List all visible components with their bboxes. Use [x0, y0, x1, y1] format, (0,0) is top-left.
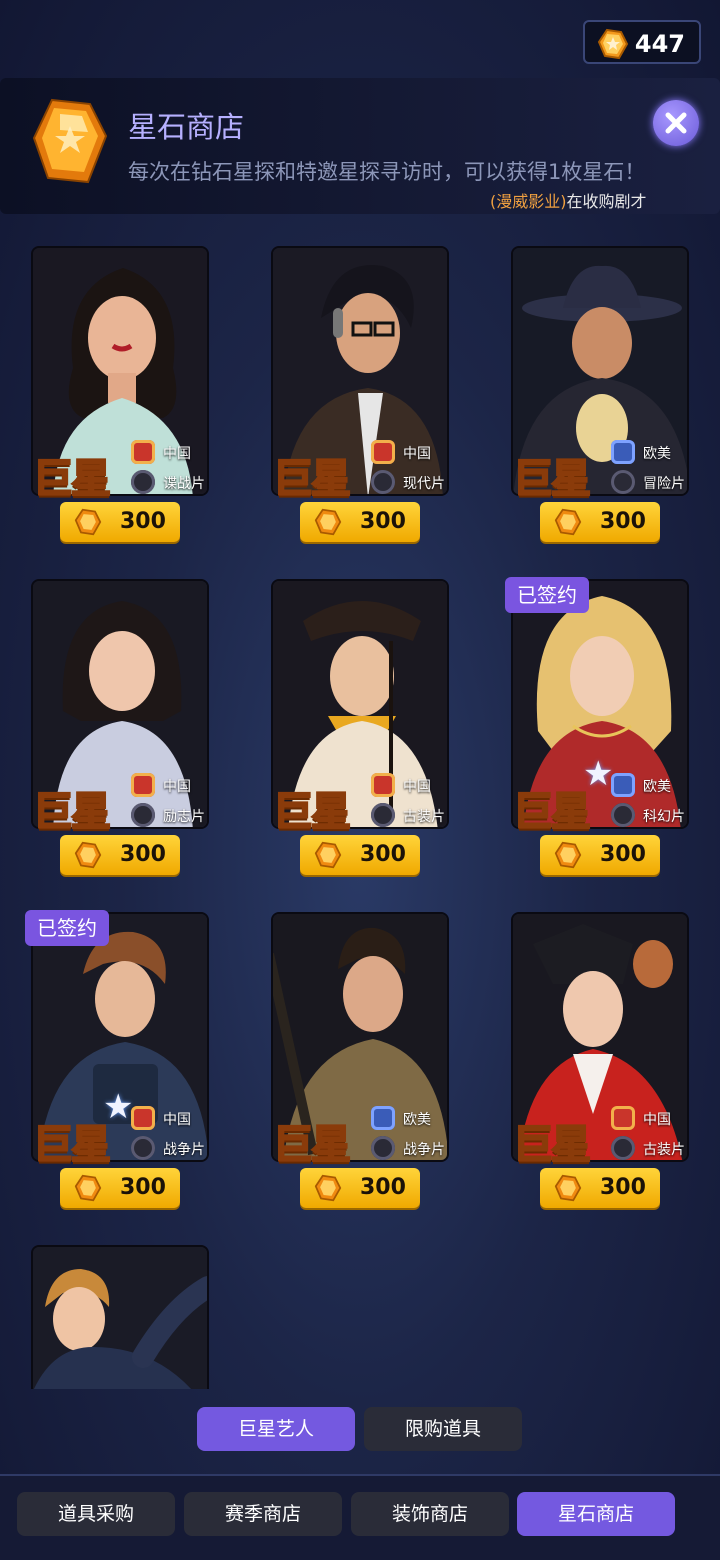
currency-display: 447 [583, 20, 701, 64]
region-tag: 中国 [131, 1106, 211, 1130]
genre-icon [611, 1136, 635, 1160]
china-flag-icon [131, 1106, 155, 1130]
nav-item-season-shop[interactable]: 赛季商店 [184, 1492, 342, 1536]
region-tag: 中国 [131, 440, 211, 464]
western-flag-icon [611, 440, 635, 464]
price-button[interactable]: 300 [300, 1168, 420, 1208]
price-button[interactable]: 300 [540, 1168, 660, 1208]
superstar-badge: 巨星 [32, 1120, 112, 1169]
superstar-badge: 巨星 [32, 454, 112, 503]
genre-tag: 古装片 [611, 1136, 691, 1160]
genre-tag: 冒险片 [611, 470, 691, 494]
ticker-highlight: (漫威影业) [490, 192, 567, 211]
price-button[interactable]: 300 [300, 502, 420, 542]
genre-tag: 科幻片 [611, 803, 691, 827]
star-card[interactable]: 巨星 中国 古装片 [511, 912, 691, 1169]
genre-tag: 古装片 [371, 803, 451, 827]
superstar-badge: 巨星 [272, 1120, 352, 1169]
star-gem-icon [74, 1174, 102, 1202]
superstar-badge: 巨星 [512, 454, 592, 503]
star-gem-icon [314, 508, 342, 536]
star-gem-icon [597, 28, 629, 60]
china-flag-icon [131, 773, 155, 797]
genre-icon [131, 803, 155, 827]
nav-item-prop-purchase[interactable]: 道具采购 [17, 1492, 175, 1536]
western-flag-icon [371, 1106, 395, 1130]
china-flag-icon [611, 1106, 635, 1130]
currency-amount: 447 [634, 30, 685, 58]
genre-tag: 谍战片 [131, 470, 211, 494]
news-ticker: (漫威影业)在收购剧才 [490, 188, 647, 212]
shop-title: 星石商店 [128, 110, 245, 144]
nav-item-star-stone-shop[interactable]: 星石商店 [517, 1492, 675, 1536]
region-tag: 中国 [371, 440, 451, 464]
genre-icon [371, 803, 395, 827]
genre-icon [371, 470, 395, 494]
genre-icon [611, 803, 635, 827]
region-tag: 中国 [611, 1106, 691, 1130]
superstar-badge: 巨星 [512, 1120, 592, 1169]
star-gem-icon [74, 841, 102, 869]
star-rating-icon: ★ [583, 754, 614, 794]
nav-item-decoration-shop[interactable]: 装饰商店 [351, 1492, 509, 1536]
china-flag-icon [371, 440, 395, 464]
price-button[interactable]: 300 [540, 502, 660, 542]
genre-icon [131, 1136, 155, 1160]
genre-icon [371, 1136, 395, 1160]
shop-banner: 星石商店 每次在钻石星探和特邀星探寻访时，可以获得1枚星石！ (漫威影业)在收购… [0, 78, 720, 214]
superstar-badge: 巨星 [32, 787, 112, 836]
superstar-badge: 巨星 [272, 454, 352, 503]
genre-tag: 战争片 [371, 1136, 451, 1160]
genre-tag: 励志片 [131, 803, 211, 827]
price-button[interactable]: 300 [300, 835, 420, 875]
star-gem-icon [314, 841, 342, 869]
star-gem-icon [314, 1174, 342, 1202]
star-card[interactable]: 巨星 中国 现代片 [271, 246, 451, 503]
star-card[interactable]: 巨星 欧美 战争片 [271, 912, 451, 1169]
bottom-nav: 道具采购 赛季商店 装饰商店 星石商店 [0, 1476, 720, 1560]
star-rating-icon: ★ [103, 1087, 134, 1127]
close-button[interactable] [653, 100, 699, 146]
genre-icon [611, 470, 635, 494]
superstar-badge: 巨星 [512, 787, 592, 836]
star-gem-icon [74, 508, 102, 536]
star-card[interactable]: 巨星 中国 励志片 [31, 579, 211, 836]
genre-tag: 战争片 [131, 1136, 211, 1160]
region-tag: 中国 [131, 773, 211, 797]
china-flag-icon [131, 440, 155, 464]
signed-badge: 已签约 [25, 910, 109, 946]
genre-tag: 现代片 [371, 470, 451, 494]
signed-badge: 已签约 [505, 577, 589, 613]
close-icon [665, 112, 687, 134]
superstar-badge: 巨星 [272, 787, 352, 836]
region-tag: 欧美 [371, 1106, 451, 1130]
star-gem-icon [554, 1174, 582, 1202]
price-button[interactable]: 300 [60, 835, 180, 875]
star-card[interactable]: 巨星 中国 古装片 [271, 579, 451, 836]
western-flag-icon [611, 773, 635, 797]
star-card[interactable]: 已签约 ★ 巨星 中国 战争片 [25, 910, 211, 1169]
price-button[interactable]: 300 [60, 1168, 180, 1208]
price-button[interactable]: 300 [60, 502, 180, 542]
star-card[interactable]: 巨星 中国 谍战片 [31, 246, 211, 503]
star-gem-icon [554, 841, 582, 869]
region-tag: 欧美 [611, 440, 691, 464]
shop-description: 每次在钻石星探和特邀星探寻访时，可以获得1枚星石！ [128, 160, 646, 184]
tab-limited-items[interactable]: 限购道具 [364, 1407, 522, 1451]
genre-icon [131, 470, 155, 494]
china-flag-icon [371, 773, 395, 797]
ticker-text: 在收购剧才 [566, 192, 647, 211]
tab-superstar-artists[interactable]: 巨星艺人 [197, 1407, 355, 1451]
star-gem-icon [554, 508, 582, 536]
star-card[interactable]: 巨星 欧美 冒险片 [511, 246, 691, 503]
region-tag: 中国 [371, 773, 451, 797]
region-tag: 欧美 [611, 773, 691, 797]
star-portrait [31, 1245, 209, 1389]
star-card[interactable] [31, 1245, 211, 1389]
star-card[interactable]: 已签约 ★ 巨星 欧美 科幻片 [505, 577, 691, 836]
star-stone-icon [32, 98, 108, 184]
price-button[interactable]: 300 [540, 835, 660, 875]
